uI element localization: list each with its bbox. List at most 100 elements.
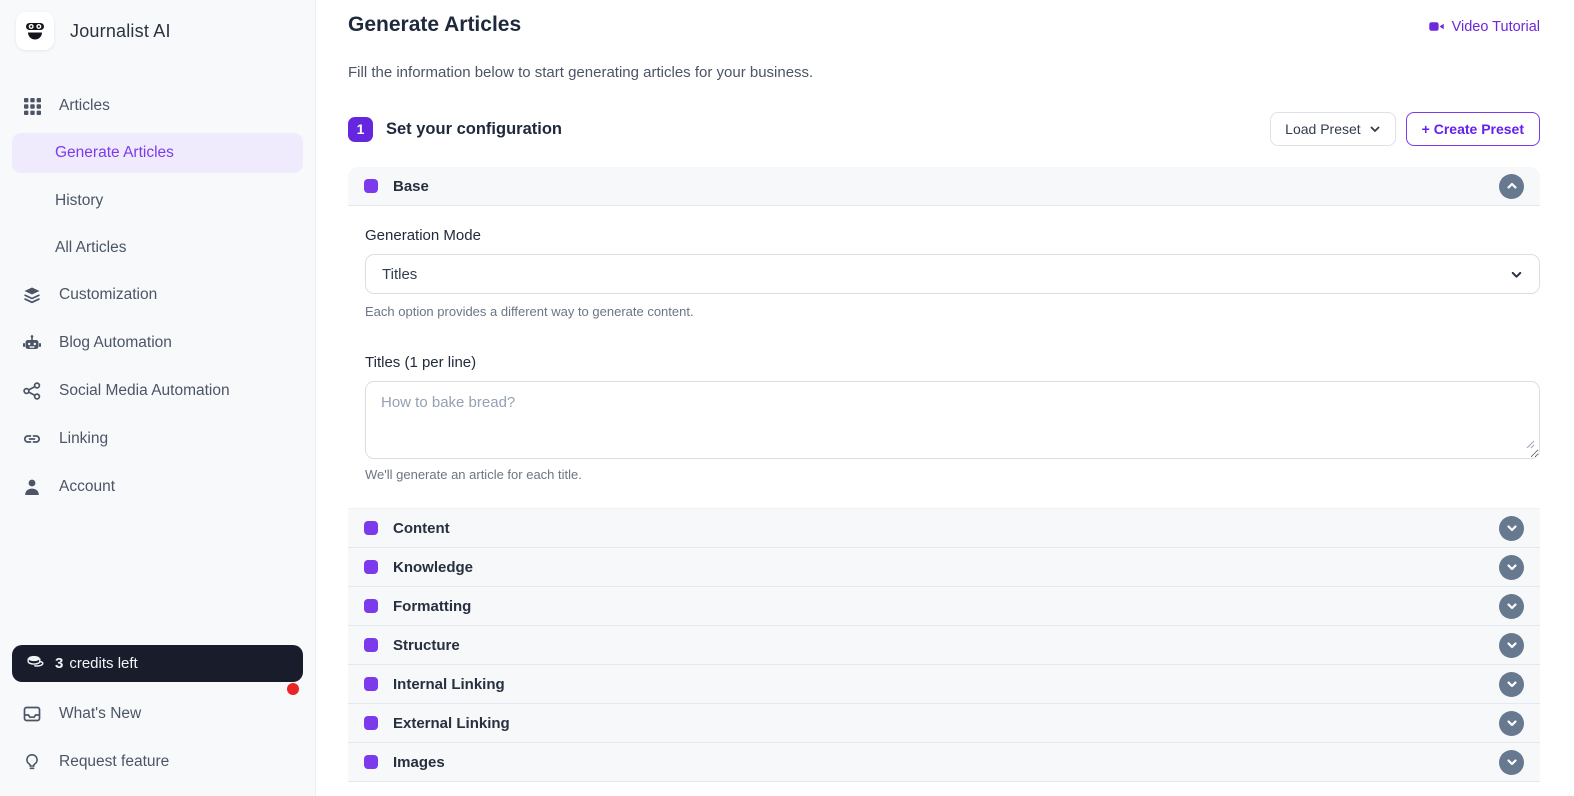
sidebar-spacer (12, 511, 303, 645)
credits-label: credits left (69, 655, 137, 672)
expand-section-button[interactable] (1499, 633, 1524, 658)
sidebar-item-label: Articles (59, 97, 110, 115)
section-title: Formatting (393, 598, 471, 615)
chevron-down-icon (1510, 268, 1523, 281)
section-square-icon (364, 560, 378, 574)
robot-icon (22, 333, 42, 353)
configuration-accordion: Base Generation Mode Titles Each option … (348, 167, 1540, 782)
section-title: Internal Linking (393, 676, 505, 693)
expand-section-button[interactable] (1499, 750, 1524, 775)
section-title: Structure (393, 637, 460, 654)
chevron-down-icon (1506, 600, 1518, 612)
credits-count: 3 (55, 655, 63, 672)
expand-section-button[interactable] (1499, 711, 1524, 736)
sidebar-item-linking[interactable]: Linking (12, 415, 303, 463)
app-name: Journalist AI (70, 21, 171, 42)
section-title: Knowledge (393, 559, 473, 576)
logo-row: Journalist AI (12, 10, 303, 52)
section-header-formatting[interactable]: Formatting (348, 587, 1540, 626)
video-tutorial-link[interactable]: Video Tutorial (1428, 18, 1540, 35)
sidebar-item-history[interactable]: History (12, 177, 303, 224)
chevron-down-icon (1506, 717, 1518, 729)
section-title: Base (393, 178, 429, 195)
coins-icon (26, 652, 45, 675)
chevron-down-icon (1506, 756, 1518, 768)
section-square-icon (364, 677, 378, 691)
chevron-down-icon (1506, 639, 1518, 651)
sidebar-item-whats-new[interactable]: What's New (12, 690, 303, 738)
generation-mode-label: Generation Mode (365, 227, 1540, 244)
section-header-base[interactable]: Base (348, 167, 1540, 206)
sidebar-item-label: Blog Automation (59, 334, 172, 352)
share-icon (22, 381, 42, 401)
sidebar-item-label: Social Media Automation (59, 382, 230, 400)
titles-textarea[interactable] (365, 381, 1540, 459)
sidebar-item-account[interactable]: Account (12, 463, 303, 511)
config-title: Set your configuration (386, 120, 562, 139)
collapse-section-button[interactable] (1499, 174, 1524, 199)
app-root: Journalist AI Articles Generate Articles… (0, 0, 1574, 796)
user-icon (22, 477, 42, 497)
sidebar: Journalist AI Articles Generate Articles… (0, 0, 316, 796)
expand-section-button[interactable] (1499, 594, 1524, 619)
expand-section-button[interactable] (1499, 555, 1524, 580)
sidebar-nav: Articles Generate Articles History All A… (12, 82, 303, 511)
preset-actions: Load Preset + Create Preset (1270, 112, 1540, 146)
load-preset-label: Load Preset (1285, 121, 1361, 137)
section-header-images[interactable]: Images (348, 743, 1540, 782)
page-header: Generate Articles Video Tutorial (348, 13, 1540, 37)
sidebar-item-generate-articles[interactable]: Generate Articles (12, 133, 303, 173)
chevron-down-icon (1506, 522, 1518, 534)
section-header-knowledge[interactable]: Knowledge (348, 548, 1540, 587)
section-square-icon (364, 599, 378, 613)
chevron-down-icon (1506, 678, 1518, 690)
titles-textarea-wrapper (365, 381, 1540, 459)
titles-hint: We'll generate an article for each title… (365, 467, 1540, 482)
sidebar-item-label: Linking (59, 430, 108, 448)
lightbulb-icon (22, 752, 42, 772)
video-camera-icon (1428, 18, 1445, 35)
section-header-internal-linking[interactable]: Internal Linking (348, 665, 1540, 704)
credits-button[interactable]: 3 credits left (12, 645, 303, 682)
chevron-down-icon (1369, 123, 1381, 135)
video-tutorial-label: Video Tutorial (1452, 19, 1540, 35)
sidebar-item-label: What's New (59, 705, 141, 723)
load-preset-button[interactable]: Load Preset (1270, 112, 1396, 146)
section-square-icon (364, 638, 378, 652)
sidebar-item-blog-automation[interactable]: Blog Automation (12, 319, 303, 367)
sidebar-item-articles[interactable]: Articles (12, 82, 303, 130)
section-square-icon (364, 755, 378, 769)
sidebar-item-social-media-automation[interactable]: Social Media Automation (12, 367, 303, 415)
notification-dot (287, 683, 299, 695)
sidebar-item-customization[interactable]: Customization (12, 271, 303, 319)
section-title: Images (393, 754, 445, 771)
chevron-up-icon (1506, 180, 1518, 192)
expand-section-button[interactable] (1499, 672, 1524, 697)
layers-icon (22, 285, 42, 305)
create-preset-button[interactable]: + Create Preset (1406, 112, 1540, 146)
generation-mode-hint: Each option provides a different way to … (365, 304, 1540, 319)
sidebar-item-label: Customization (59, 286, 157, 304)
chevron-down-icon (1506, 561, 1518, 573)
page-title: Generate Articles (348, 13, 521, 37)
section-square-icon (364, 716, 378, 730)
section-square-icon (364, 179, 378, 193)
section-header-external-linking[interactable]: External Linking (348, 704, 1540, 743)
section-header-content[interactable]: Content (348, 509, 1540, 548)
sidebar-item-label: Request feature (59, 753, 169, 771)
sidebar-item-all-articles[interactable]: All Articles (12, 224, 303, 271)
sidebar-item-request-feature[interactable]: Request feature (12, 738, 303, 786)
app-logo-icon (16, 12, 54, 50)
link-icon (22, 429, 42, 449)
section-square-icon (364, 521, 378, 535)
main-content: Generate Articles Video Tutorial Fill th… (316, 0, 1574, 796)
section-title: External Linking (393, 715, 510, 732)
section-header-structure[interactable]: Structure (348, 626, 1540, 665)
inbox-icon (22, 704, 42, 724)
generation-mode-value: Titles (382, 266, 417, 283)
grid-icon (22, 96, 42, 116)
expand-section-button[interactable] (1499, 516, 1524, 541)
sidebar-item-label: Account (59, 478, 115, 496)
base-section-body: Generation Mode Titles Each option provi… (348, 206, 1540, 509)
generation-mode-select[interactable]: Titles (365, 254, 1540, 294)
